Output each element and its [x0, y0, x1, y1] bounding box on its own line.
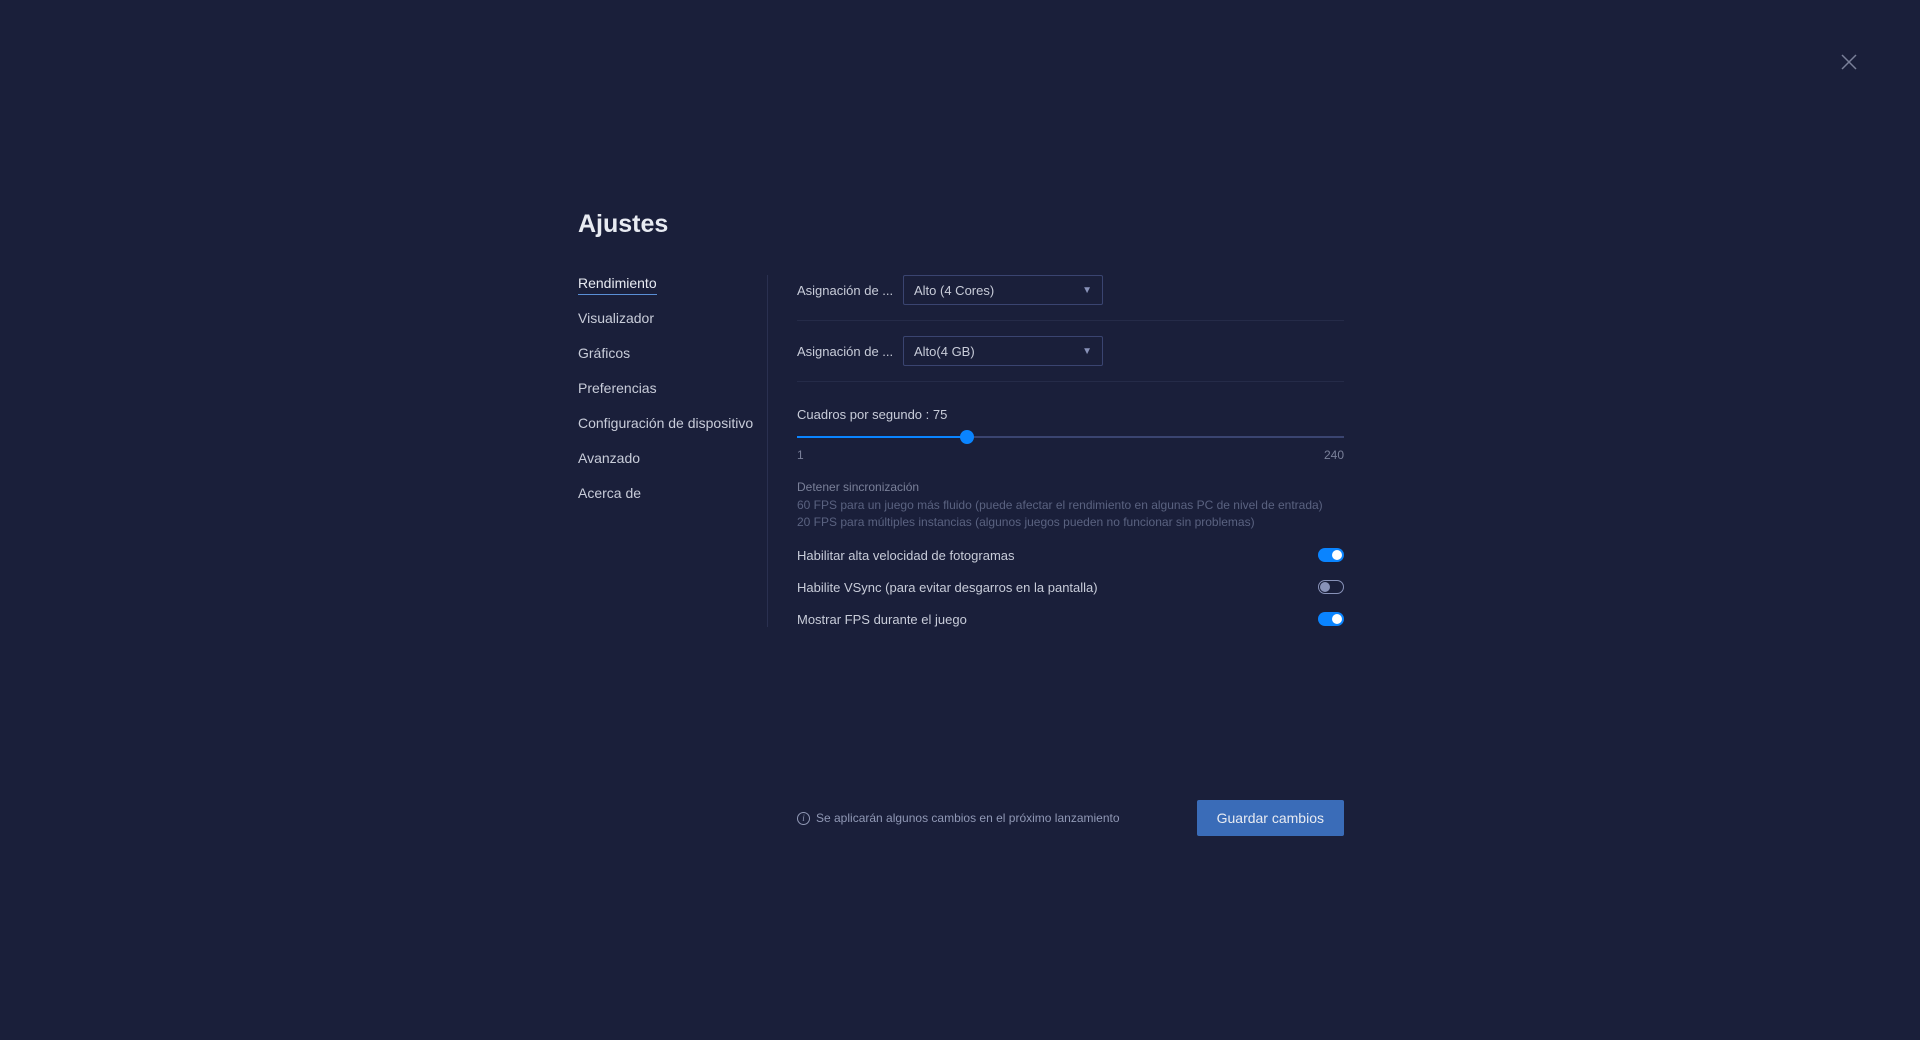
vsync-toggle-label: Habilite VSync (para evitar desgarros en… [797, 580, 1098, 595]
slider-thumb[interactable] [960, 430, 974, 444]
slider-max-label: 240 [1324, 448, 1344, 462]
save-button[interactable]: Guardar cambios [1197, 800, 1344, 836]
info-icon: i [797, 812, 810, 825]
dropdown-value: Alto (4 Cores) [914, 283, 994, 298]
page-title: Ajustes [578, 210, 1344, 239]
fps-label: Cuadros por segundo : 75 [797, 407, 1344, 422]
sidebar-item-rendimiento[interactable]: Rendimiento [578, 275, 757, 310]
sync-info-line: 20 FPS para múltiples instancias (alguno… [797, 514, 1344, 531]
chevron-down-icon: ▼ [1082, 285, 1092, 296]
show-fps-toggle[interactable] [1318, 612, 1344, 626]
main-panel: Asignación de ... Alto (4 Cores) ▼ Asign… [768, 275, 1344, 627]
sidebar-item-visualizador[interactable]: Visualizador [578, 310, 757, 345]
sidebar-item-avanzado[interactable]: Avanzado [578, 450, 757, 485]
cpu-allocation-dropdown[interactable]: Alto (4 Cores) ▼ [903, 275, 1103, 305]
sidebar-item-acerca[interactable]: Acerca de [578, 485, 757, 520]
cpu-allocation-label: Asignación de ... [797, 283, 903, 298]
vsync-toggle[interactable] [1318, 580, 1344, 594]
fps-slider[interactable] [797, 430, 1344, 444]
sidebar-item-label: Visualizador [578, 310, 654, 326]
sidebar-item-dispositivo[interactable]: Configuración de dispositivo [578, 415, 757, 450]
sidebar-item-preferencias[interactable]: Preferencias [578, 380, 757, 415]
dropdown-value: Alto(4 GB) [914, 344, 975, 359]
footer-notice-text: Se aplicarán algunos cambios en el próxi… [816, 811, 1120, 825]
sync-info-block: Detener sincronización 60 FPS para un ju… [797, 480, 1344, 531]
slider-min-label: 1 [797, 448, 804, 462]
footer-notice: i Se aplicarán algunos cambios en el pró… [797, 811, 1120, 825]
high-fps-toggle[interactable] [1318, 548, 1344, 562]
high-fps-toggle-label: Habilitar alta velocidad de fotogramas [797, 548, 1015, 563]
settings-sidebar: Rendimiento Visualizador Gráficos Prefer… [578, 275, 768, 627]
ram-allocation-label: Asignación de ... [797, 344, 903, 359]
sidebar-item-graficos[interactable]: Gráficos [578, 345, 757, 380]
sync-info-title: Detener sincronización [797, 480, 1344, 494]
sidebar-item-label: Gráficos [578, 345, 630, 361]
sidebar-item-label: Acerca de [578, 485, 641, 501]
ram-allocation-dropdown[interactable]: Alto(4 GB) ▼ [903, 336, 1103, 366]
sidebar-item-label: Configuración de dispositivo [578, 415, 753, 431]
sidebar-item-label: Preferencias [578, 380, 657, 396]
sidebar-item-label: Avanzado [578, 450, 640, 466]
sync-info-line: 60 FPS para un juego más fluido (puede a… [797, 497, 1344, 514]
close-icon [1841, 54, 1857, 70]
sidebar-item-label: Rendimiento [578, 275, 657, 295]
close-button[interactable] [1837, 50, 1861, 74]
show-fps-toggle-label: Mostrar FPS durante el juego [797, 612, 967, 627]
chevron-down-icon: ▼ [1082, 346, 1092, 357]
